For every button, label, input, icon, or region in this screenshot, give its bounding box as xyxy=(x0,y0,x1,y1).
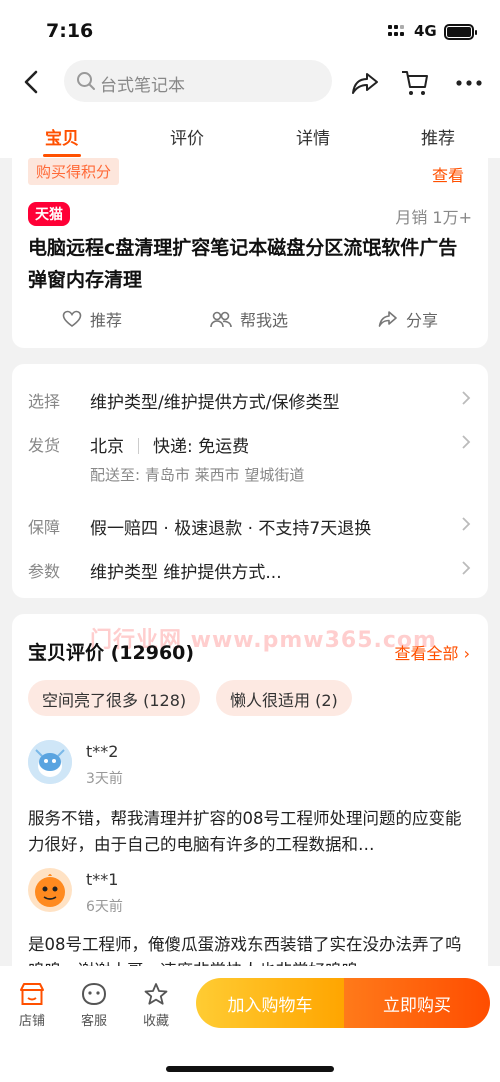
buy-now-button[interactable]: 立即购买 xyxy=(344,978,490,1028)
chevron-right-icon xyxy=(462,517,471,531)
divider xyxy=(138,438,139,454)
review-time: 3天前 xyxy=(86,771,123,787)
shipping-info: 北京 快递: 免运费 xyxy=(90,432,249,457)
top-nav: 台式笔记本 xyxy=(0,56,500,108)
chat-icon xyxy=(81,982,107,1006)
spec-key: 发货 xyxy=(28,436,61,455)
view-all-reviews-link[interactable]: 查看全部 › xyxy=(394,640,470,664)
review-tag[interactable]: 懒人很适用 (2) xyxy=(216,680,352,716)
monthly-sales: 月销 1万+ xyxy=(395,208,472,227)
spec-params-row[interactable]: 参数 维护类型 维护提供方式... xyxy=(28,558,472,588)
share-label: 分享 xyxy=(406,311,439,330)
tab-details[interactable]: 详情 xyxy=(296,124,330,149)
tab-reviews[interactable]: 评价 xyxy=(170,124,204,149)
service-button[interactable]: 客服 xyxy=(69,982,119,1029)
product-info-card: 购买得积分 查看 天猫 月销 1万+ 电脑远程c盘清理扩容笔记本磁盘分区流氓软件… xyxy=(12,158,488,348)
avatar[interactable] xyxy=(28,868,72,912)
chevron-right-icon xyxy=(462,435,471,449)
tab-recommend[interactable]: 推荐 xyxy=(421,124,455,149)
review-username: t**2 xyxy=(86,742,119,761)
chevron-right-icon: › xyxy=(463,644,470,663)
tab-item[interactable]: 宝贝 xyxy=(45,124,79,149)
help-choose-label: 帮我选 xyxy=(240,311,289,330)
spec-key: 保障 xyxy=(28,518,61,537)
tab-bar: 宝贝 评价 详情 推荐 xyxy=(0,108,500,158)
search-placeholder: 台式笔记本 xyxy=(100,76,185,96)
product-title: 电脑远程c盘清理扩容笔记本磁盘分区流氓软件广告弹窗内存清理 xyxy=(28,237,458,291)
network-label: 4G xyxy=(414,22,437,40)
back-arrow-icon[interactable] xyxy=(18,68,46,96)
search-icon xyxy=(77,72,95,90)
review-username: t**1 xyxy=(86,870,119,889)
spec-shipping-row[interactable]: 发货 北京 快递: 免运费 配送至: 青岛市 莱西市 望城街道 xyxy=(28,432,472,488)
shop-button[interactable]: 店铺 xyxy=(7,982,57,1029)
status-bar: 7:16 4G xyxy=(0,0,500,56)
star-icon xyxy=(144,983,168,1005)
shop-label: 店铺 xyxy=(18,1014,45,1029)
scroll-content[interactable]: 购买得积分 查看 天猫 月销 1万+ 电脑远程c盘清理扩容笔记本磁盘分区流氓软件… xyxy=(0,158,500,966)
share-button[interactable]: 分享 xyxy=(378,304,438,334)
reviews-title: 宝贝评价 (12960) xyxy=(28,642,195,664)
recommend-button[interactable]: 推荐 xyxy=(62,304,122,334)
spec-key: 参数 xyxy=(28,562,61,581)
ship-delivery: 快递: 免运费 xyxy=(153,437,250,457)
cart-icon[interactable] xyxy=(400,68,430,98)
share-arrow-icon xyxy=(378,311,397,327)
people-icon xyxy=(210,311,232,328)
service-label: 客服 xyxy=(80,1014,107,1029)
spec-value: 假一赔四 · 极速退款 · 不支持7天退换 xyxy=(90,519,372,539)
store-icon xyxy=(20,983,44,1005)
review-text[interactable]: 服务不错，帮我清理并扩容的08号工程师处理问题的应变能力很好，由于自己的电脑有许… xyxy=(28,806,474,858)
review-time: 6天前 xyxy=(86,899,123,915)
spec-value: 维护类型 维护提供方式... xyxy=(90,563,282,583)
review-tag[interactable]: 空间亮了很多 (128) xyxy=(28,680,201,716)
ship-destination: 配送至: 青岛市 莱西市 望城街道 xyxy=(90,466,305,484)
spec-value: 维护类型/维护提供方式/保修类型 xyxy=(90,393,340,413)
reviews-card: 门行业网 www.pmw365.com 宝贝评价 (12960) 查看全部 › … xyxy=(12,614,488,966)
spec-select-row[interactable]: 选择 维护类型/维护提供方式/保修类型 xyxy=(28,388,472,418)
battery-icon xyxy=(444,24,477,40)
user-avatar-icon xyxy=(28,868,72,912)
status-time: 7:16 xyxy=(46,20,94,42)
spec-key: 选择 xyxy=(28,392,61,411)
user-avatar-icon xyxy=(28,740,72,784)
add-to-cart-button[interactable]: 加入购物车 xyxy=(196,978,344,1028)
favorite-button[interactable]: 收藏 xyxy=(131,982,181,1029)
chevron-right-icon xyxy=(462,391,471,405)
chevron-right-icon xyxy=(462,561,471,575)
ship-origin: 北京 xyxy=(90,437,124,457)
product-actions: 推荐 帮我选 分享 xyxy=(12,304,488,334)
specs-card: 选择 维护类型/维护提供方式/保修类型 发货 北京 快递: 免运费 配送至: 青岛… xyxy=(12,364,488,598)
review-text[interactable]: 是08号工程师，俺傻瓜蛋游戏东西装错了实在没办法弄了呜呜呜，谢谢小哥。速度非常快… xyxy=(28,932,474,966)
view-all-label: 查看全部 xyxy=(394,644,459,663)
avatar[interactable] xyxy=(28,740,72,784)
home-indicator[interactable] xyxy=(166,1066,334,1072)
share-icon[interactable] xyxy=(350,68,380,98)
favorite-label: 收藏 xyxy=(142,1014,169,1029)
spec-guarantee-row[interactable]: 保障 假一赔四 · 极速退款 · 不支持7天退换 xyxy=(28,514,472,544)
points-badge: 购买得积分 xyxy=(28,158,120,185)
search-bar[interactable]: 台式笔记本 xyxy=(64,60,332,102)
view-points-link[interactable]: 查看 xyxy=(432,162,464,186)
more-icon[interactable] xyxy=(454,68,484,98)
help-choose-button[interactable]: 帮我选 xyxy=(210,304,288,334)
active-tab-indicator xyxy=(43,154,81,157)
recommend-label: 推荐 xyxy=(90,311,123,330)
bottom-action-bar: 店铺 客服 收藏 加入购物车 立即购买 xyxy=(0,966,500,1082)
signal-icon xyxy=(388,25,408,39)
tmall-badge: 天猫 xyxy=(28,202,70,226)
heart-icon xyxy=(62,310,82,327)
